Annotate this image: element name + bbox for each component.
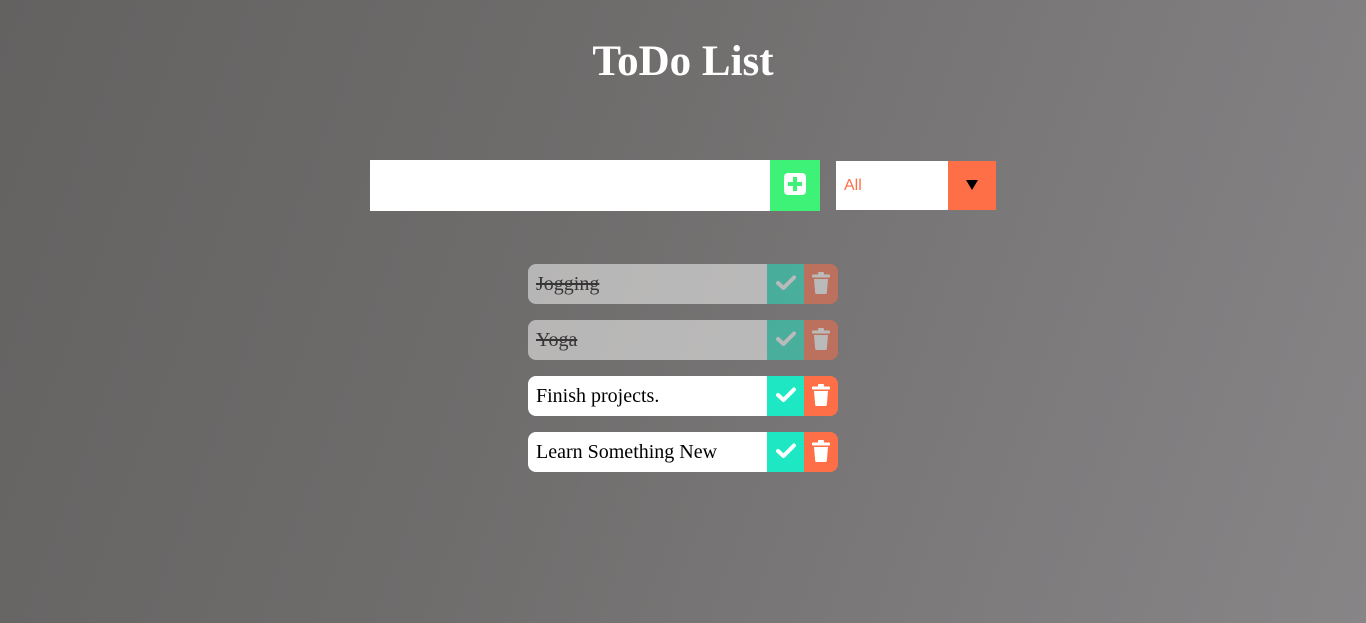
filter-select[interactable]: All bbox=[836, 161, 996, 210]
trash-icon bbox=[812, 327, 830, 353]
complete-button[interactable] bbox=[767, 376, 804, 416]
triangle-down-icon bbox=[966, 177, 978, 195]
todo-item: Finish projects. bbox=[528, 376, 838, 416]
trash-icon bbox=[812, 383, 830, 409]
filter-selected-value: All bbox=[844, 177, 862, 194]
check-icon bbox=[775, 275, 796, 294]
trash-icon bbox=[812, 439, 830, 465]
complete-button[interactable] bbox=[767, 320, 804, 360]
todo-item: Jogging bbox=[528, 264, 838, 304]
complete-button[interactable] bbox=[767, 264, 804, 304]
todo-item: Learn Something New bbox=[528, 432, 838, 472]
check-icon bbox=[775, 387, 796, 406]
plus-square-icon bbox=[784, 173, 806, 198]
delete-button[interactable] bbox=[804, 264, 838, 304]
delete-button[interactable] bbox=[804, 432, 838, 472]
todo-text: Finish projects. bbox=[528, 376, 767, 416]
todo-text: Yoga bbox=[528, 320, 767, 360]
check-icon bbox=[775, 443, 796, 462]
todo-text: Learn Something New bbox=[528, 432, 767, 472]
trash-icon bbox=[812, 271, 830, 297]
todo-input[interactable] bbox=[370, 160, 770, 211]
todo-text: Jogging bbox=[528, 264, 767, 304]
filter-dropdown-button[interactable] bbox=[948, 161, 996, 210]
page-title: ToDo List bbox=[592, 38, 774, 85]
delete-button[interactable] bbox=[804, 376, 838, 416]
todo-item: Yoga bbox=[528, 320, 838, 360]
delete-button[interactable] bbox=[804, 320, 838, 360]
add-todo-button[interactable] bbox=[770, 160, 820, 211]
complete-button[interactable] bbox=[767, 432, 804, 472]
check-icon bbox=[775, 331, 796, 350]
todo-list: Jogging Yoga Finish projects. Learn Some… bbox=[528, 264, 838, 488]
